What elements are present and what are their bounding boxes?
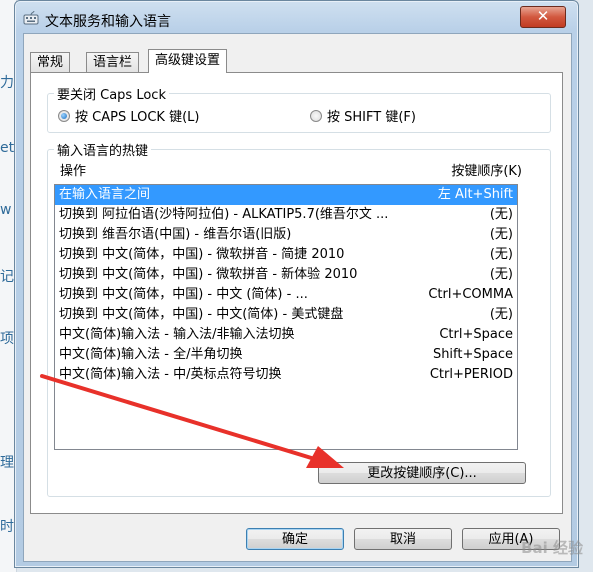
list-item[interactable]: 中文(简体)输入法 - 全/半角切换 Shift+Space: [55, 345, 517, 365]
list-item-key: 左 Alt+Shift: [437, 187, 513, 202]
background-char: 时: [0, 519, 14, 535]
radio-shift-key[interactable]: 按 SHIFT 键(F): [310, 106, 416, 125]
list-item-key: (无): [489, 207, 513, 222]
advanced-key-settings-page: 要关闭 Caps Lock 按 CAPS LOCK 键(L) 按 SHIFT 键…: [30, 72, 563, 514]
background-char: 项: [0, 331, 14, 347]
ok-button[interactable]: 确定: [246, 528, 344, 550]
list-item-key: (无): [489, 227, 513, 242]
list-item-action: 切换到 中文(简体，中国) - 中文 (简体) - ...: [59, 287, 308, 302]
keyboard-icon: [23, 10, 39, 25]
caps-lock-legend: 要关闭 Caps Lock: [54, 84, 169, 103]
radio-label: 按 CAPS LOCK 键(L): [75, 110, 200, 125]
list-item[interactable]: 中文(简体)输入法 - 输入法/非输入法切换 Ctrl+Space: [55, 325, 517, 345]
hotkey-list[interactable]: 在输入语言之间 左 Alt+Shift 切换到 阿拉伯语(沙特阿拉伯) - AL…: [54, 184, 518, 450]
list-item[interactable]: 切换到 中文(简体，中国) - 中文(简体) - 美式键盘 (无): [55, 305, 517, 325]
column-header-action: 操作: [60, 164, 87, 179]
close-icon: ✕: [536, 7, 550, 25]
hotkeys-group: 输入语言的热键 操作 按键顺序(K) 在输入语言之间 左 Alt+Shift 切…: [47, 140, 551, 497]
list-item-action: 切换到 维吾尔语(中国) - 维吾尔语(旧版): [59, 227, 292, 242]
list-item-action: 中文(简体)输入法 - 中/英标点符号切换: [59, 367, 282, 382]
background-char: 力: [0, 75, 14, 91]
dialog-window: 文本服务和输入语言 ✕ 常规 语言栏 高级键设置 要关闭 Caps Lock 按…: [14, 0, 579, 568]
list-item-action: 中文(简体)输入法 - 输入法/非输入法切换: [59, 327, 295, 342]
background-char: et: [0, 140, 15, 156]
tab-general[interactable]: 常规: [30, 52, 71, 72]
list-item-action: 切换到 阿拉伯语(沙特阿拉伯) - ALKATIP5.7(维吾尔文 ...: [59, 207, 389, 222]
radio-caps-lock-key[interactable]: 按 CAPS LOCK 键(L): [58, 106, 199, 125]
tab-advanced-key-settings[interactable]: 高级键设置: [148, 49, 228, 73]
dialog-client: 常规 语言栏 高级键设置 要关闭 Caps Lock 按 CAPS LOCK 键…: [23, 33, 572, 562]
background-char: 理: [0, 455, 14, 471]
list-item[interactable]: 切换到 维吾尔语(中国) - 维吾尔语(旧版) (无): [55, 225, 517, 245]
caps-lock-group: 要关闭 Caps Lock 按 CAPS LOCK 键(L) 按 SHIFT 键…: [47, 84, 551, 133]
list-item[interactable]: 中文(简体)输入法 - 中/英标点符号切换 Ctrl+PERIOD: [55, 365, 517, 385]
list-item-key: Ctrl+COMMA: [428, 287, 513, 302]
list-item-action: 中文(简体)输入法 - 全/半角切换: [59, 347, 243, 362]
radio-checked-icon: [58, 109, 70, 122]
list-item-key: Shift+Space: [432, 347, 513, 362]
watermark: Bai 经验: [521, 539, 583, 557]
list-item[interactable]: 切换到 中文(简体，中国) - 微软拼音 - 简捷 2010 (无): [55, 245, 517, 265]
list-item[interactable]: 切换到 中文(简体，中国) - 微软拼音 - 新体验 2010 (无): [55, 265, 517, 285]
list-item[interactable]: 在输入语言之间 左 Alt+Shift: [55, 185, 517, 205]
close-button[interactable]: ✕: [520, 6, 566, 28]
list-item-action: 切换到 中文(简体，中国) - 中文(简体) - 美式键盘: [59, 307, 344, 322]
list-item-action: 切换到 中文(简体，中国) - 微软拼音 - 新体验 2010: [59, 267, 358, 282]
list-item-action: 在输入语言之间: [59, 187, 151, 202]
radio-label: 按 SHIFT 键(F): [327, 110, 416, 125]
title-bar[interactable]: 文本服务和输入语言 ✕: [15, 1, 578, 33]
list-item-key: Ctrl+PERIOD: [429, 367, 513, 382]
list-item-key: (无): [489, 307, 513, 322]
change-key-sequence-button[interactable]: 更改按键顺序(C)...: [318, 462, 526, 484]
cancel-button[interactable]: 取消: [354, 528, 452, 550]
list-item-action: 切换到 中文(简体，中国) - 微软拼音 - 简捷 2010: [59, 247, 345, 262]
radio-unchecked-icon: [310, 109, 322, 122]
list-item[interactable]: 切换到 阿拉伯语(沙特阿拉伯) - ALKATIP5.7(维吾尔文 ... (无…: [55, 205, 517, 225]
tab-language-bar[interactable]: 语言栏: [86, 52, 140, 72]
list-item-key: (无): [489, 247, 513, 262]
column-header-key-sequence: 按键顺序(K): [451, 164, 522, 179]
list-item[interactable]: 切换到 中文(简体，中国) - 中文 (简体) - ... Ctrl+COMMA: [55, 285, 517, 305]
background-char: 记: [0, 269, 14, 285]
list-item-key: Ctrl+Space: [439, 327, 513, 342]
hotkeys-legend: 输入语言的热键: [54, 140, 152, 159]
background-char: w: [0, 202, 12, 218]
window-title: 文本服务和输入语言: [45, 14, 171, 30]
list-item-key: (无): [489, 267, 513, 282]
